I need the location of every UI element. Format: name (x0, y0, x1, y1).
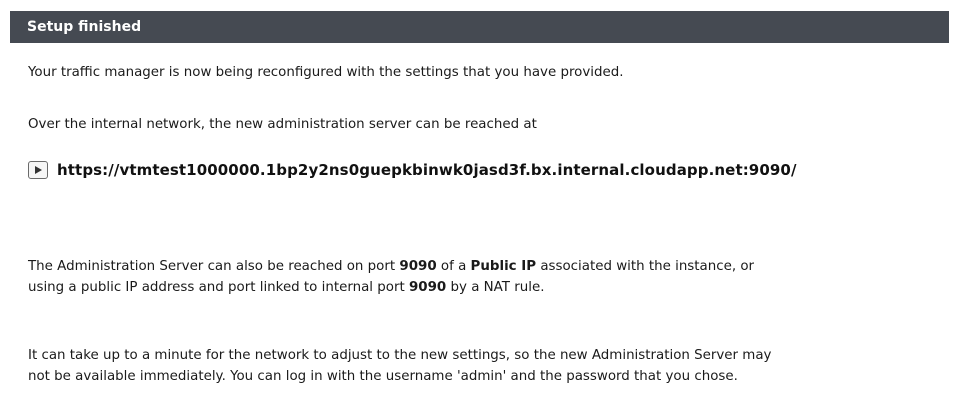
internal-network-message: Over the internal network, the new admin… (28, 117, 537, 132)
port-number: 9090 (399, 259, 437, 274)
setup-finished-panel: Setup finished Your traffic manager is n… (10, 11, 949, 384)
reconfigure-message: Your traffic manager is now being reconf… (28, 65, 624, 80)
play-icon (35, 166, 42, 174)
nat-text-a: using a public IP address and port linke… (28, 280, 409, 295)
admin-server-url-link[interactable]: https://vtmtest1000000.1bp2y2ns0guepkbin… (57, 160, 797, 181)
admin-url-row: https://vtmtest1000000.1bp2y2ns0guepkbin… (28, 159, 797, 181)
public-ip-label: Public IP (470, 259, 537, 274)
public-ip-text-b: of a (436, 259, 471, 274)
panel-title: Setup finished (10, 11, 949, 43)
login-message-line-2: not be available immediately. You can lo… (28, 369, 738, 384)
public-ip-text-c: associated with the instance, or (536, 259, 755, 274)
internal-port-number: 9090 (408, 280, 447, 295)
login-message-line-1: It can take up to a minute for the netwo… (28, 348, 772, 363)
public-ip-message-line-1: The Administration Server can also be re… (28, 256, 754, 277)
nat-text-b: by a NAT rule. (446, 280, 545, 295)
public-ip-text-a: The Administration Server can also be re… (28, 259, 400, 274)
public-ip-message-line-2: using a public IP address and port linke… (28, 277, 544, 298)
open-url-button[interactable] (28, 161, 48, 179)
